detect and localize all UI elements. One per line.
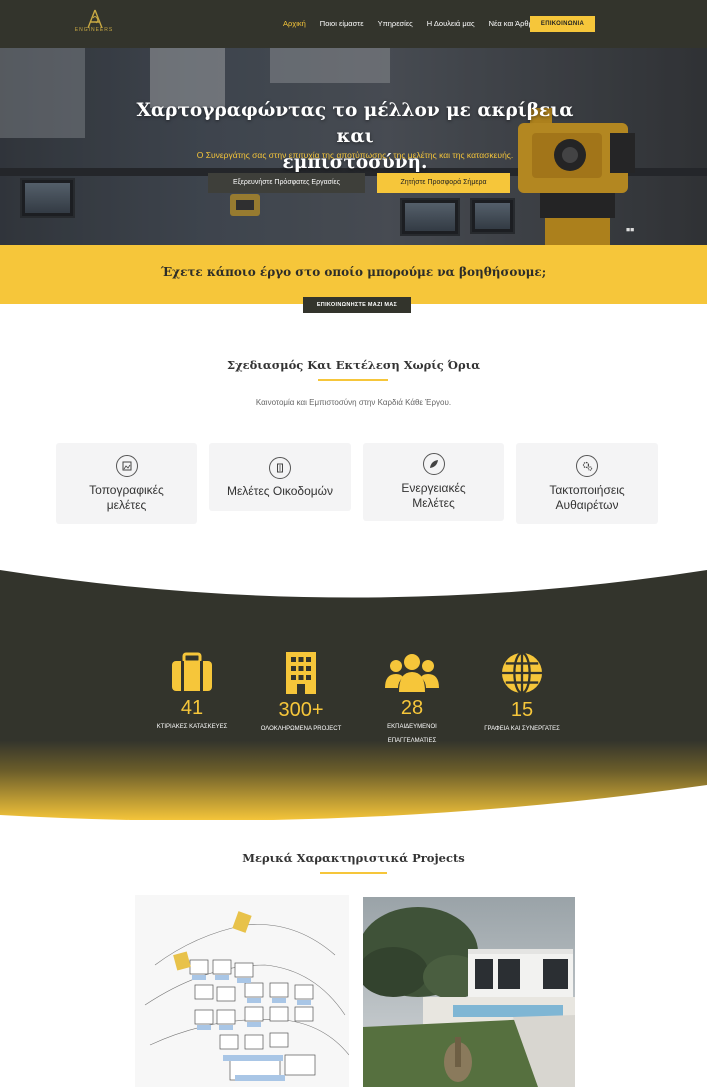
title-underline — [318, 379, 388, 381]
stat-professionals: 28 ΕΚΠΑΙΔΕΥΜΕΝΟΙ ΕΠΑΓΓΕΛΜΑΤΙΕΣ — [372, 652, 452, 748]
service-card-label: Τακτοποιήσεις Αυθαιρέτων — [549, 483, 625, 512]
image-icon — [115, 455, 138, 477]
stat-completed-projects: 300+ ΟΛΟΚΛΗΡΩΜΕΝΑ PROJECT — [253, 652, 349, 736]
hero-title-line: Χαρτογραφώντας το μέλλον με ακρίβεια και — [136, 100, 574, 147]
stat-value: 28 — [400, 697, 424, 719]
stat-label: ΟΛΟΚΛΗΡΩΜΕΝΑ PROJECT — [260, 726, 342, 732]
stat-value: 300+ — [278, 699, 324, 721]
nav-item-about[interactable]: Ποιοι είμαστε — [320, 19, 364, 28]
services-title: Σχεδιασμός Και Εκτέλεση Χωρίς Όρια — [226, 358, 481, 372]
stat-projects-buildings: 41 ΚΤΙΡΙΑΚΕΣ ΚΑΤΑΣΚΕΥΕΣ — [152, 652, 232, 734]
logo-text: ENGINEERS — [74, 27, 114, 33]
service-card-topography[interactable]: Τοπογραφικές μελέτες — [56, 443, 197, 524]
services-subtitle: Καινοτομία και Εμπιστοσύνη στην Καρδιά Κ… — [255, 398, 452, 407]
nav-item-home[interactable]: Αρχική — [283, 19, 306, 28]
villa-render-image — [363, 897, 575, 1087]
service-card-legalization[interactable]: Τακτοποιήσεις Αυθαιρέτων — [516, 443, 658, 524]
logo-icon[interactable] — [78, 6, 112, 40]
nav-item-work[interactable]: Η Δουλειά μας — [427, 19, 475, 28]
slider-indicator[interactable]: ◼◼ — [626, 227, 634, 233]
service-card-label: Τοπογραφικές μελέτες — [89, 483, 164, 512]
users-icon — [385, 654, 439, 692]
leaf-icon — [422, 453, 445, 475]
explore-work-button[interactable]: Εξερευνήστε Πρόσφατες Εργασίες — [208, 173, 365, 193]
hero-title: Χαρτογραφώντας το μέλλον με ακρίβεια και… — [120, 98, 590, 176]
site-plan-drawing — [144, 911, 349, 1081]
suitcase-icon — [172, 652, 212, 691]
service-card-label: Ενεργειακές Μελέτες — [401, 481, 466, 510]
stats-background — [0, 570, 707, 820]
service-card-buildings[interactable]: Μελέτες Οικοδομών — [209, 443, 351, 511]
building-icon — [269, 457, 291, 479]
nav-item-services[interactable]: Υπηρεσίες — [378, 19, 413, 28]
stat-value: 41 — [180, 697, 204, 719]
service-card-label: Μελέτες Οικοδομών — [226, 484, 334, 498]
stat-label: ΕΠΑΓΓΕΛΜΑΤΙΕΣ — [387, 738, 437, 744]
stat-offices: 15 ΓΡΑΦΕΙΑ ΚΑΙ ΣΥΝΕΡΓΑΤΕΣ — [474, 651, 570, 736]
contact-us-button[interactable]: ΕΠΙΚΟΙΝΩΝΗΣΤΕ ΜΑΖΙ ΜΑΣ — [303, 297, 411, 313]
service-card-energy[interactable]: Ενεργειακές Μελέτες — [363, 443, 504, 521]
request-quote-button[interactable]: Ζητήστε Προσφορά Σήμερα — [377, 173, 510, 193]
stat-label: ΕΚΠΑΙΔΕΥΜΕΝΟΙ — [387, 724, 437, 730]
hero-subtitle: Ο Συνεργάτης σας στην επιτυχία της αποτύ… — [196, 150, 514, 160]
cta-title: Έχετε κάποιο έργο στο οποίο μπορούμε να … — [160, 265, 547, 279]
globe-icon — [501, 651, 543, 695]
projects-title: Μερικά Χαρακτηριστικά Projects — [242, 851, 465, 865]
stat-label: ΚΤΙΡΙΑΚΕΣ ΚΑΤΑΣΚΕΥΕΣ — [156, 724, 228, 730]
contact-button[interactable]: ΕΠΙΚΟΙΝΩΝΙΑ — [530, 16, 595, 32]
cta-band: Έχετε κάποιο έργο στο οποίο μπορούμε να … — [0, 245, 707, 304]
cogs-icon — [576, 455, 598, 477]
project-image-villa-render[interactable] — [363, 897, 575, 1087]
stat-value: 15 — [510, 699, 534, 721]
title-underline — [320, 872, 387, 874]
project-image-site-plan[interactable] — [135, 895, 349, 1087]
stat-label: ΓΡΑΦΕΙΑ ΚΑΙ ΣΥΝΕΡΓΑΤΕΣ — [484, 726, 560, 732]
hero-section: Χαρτογραφώντας το μέλλον με ακρίβεια και… — [0, 48, 707, 245]
site-header: ENGINEERS Αρχική Ποιοι είμαστε Υπηρεσίες… — [0, 0, 707, 48]
main-nav: Αρχική Ποιοι είμαστε Υπηρεσίες Η Δουλειά… — [283, 19, 551, 28]
office-building-icon — [286, 652, 316, 694]
